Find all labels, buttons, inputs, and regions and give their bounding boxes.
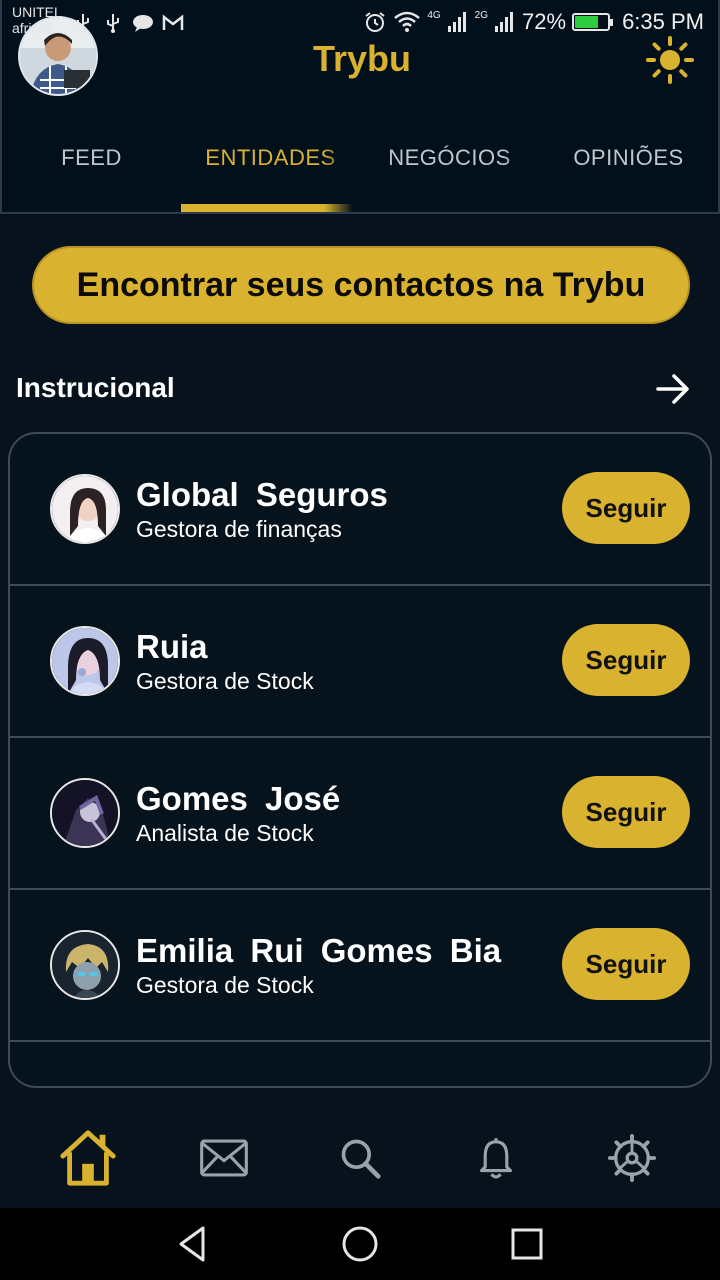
follow-button[interactable]: Seguir <box>562 776 690 848</box>
mail-icon[interactable] <box>190 1124 258 1192</box>
back-icon[interactable] <box>173 1224 213 1264</box>
tab-entidades[interactable]: ENTIDADES <box>181 120 360 212</box>
message-icon <box>133 15 153 32</box>
follow-button[interactable]: Seguir <box>562 624 690 696</box>
section-title: Instrucional <box>16 372 175 403</box>
entity-role: Analista de Stock <box>136 820 314 846</box>
avatar <box>50 474 120 544</box>
network-1: 4G <box>427 10 441 21</box>
usb-icon <box>77 14 89 33</box>
recents-icon[interactable] <box>507 1224 547 1264</box>
tab-bar: FEED ENTIDADES NEGÓCIOS OPINIÕES <box>2 120 718 212</box>
battery-level <box>575 16 599 28</box>
find-contacts-button[interactable]: Encontrar seus contactos na Trybu <box>32 246 690 324</box>
avatar <box>50 626 120 696</box>
list-item[interactable]: Ruia Gestora de Stock Seguir <box>10 586 710 738</box>
entity-name: Ruia <box>136 628 208 665</box>
bottom-nav <box>0 1108 720 1208</box>
entity-name: Gomes José <box>136 780 341 817</box>
status-time: 6:35 PM <box>622 9 704 34</box>
network-2: 2G <box>474 10 489 21</box>
status-bar: UNITEL africell 4G 2G 72% 6:35 PM <box>0 0 720 48</box>
entity-role: Gestora de finanças <box>136 516 342 542</box>
entity-role: Gestora de Stock <box>136 972 314 998</box>
status-right: 4G 2G 72% 6:35 PM <box>363 9 704 35</box>
home-icon[interactable] <box>54 1124 122 1192</box>
tab-negocios[interactable]: NEGÓCIOS <box>360 120 539 212</box>
notification-icons <box>72 12 184 34</box>
system-nav-bar <box>0 1208 720 1280</box>
entity-name: Emilia Rui Gomes Bia <box>136 932 502 969</box>
signal-icon <box>495 12 514 32</box>
entity-list: Global Seguros Gestora de finanças Segui… <box>8 432 712 1088</box>
usb-icon <box>107 14 119 33</box>
carrier-labels: UNITEL africell <box>12 4 62 36</box>
follow-button[interactable]: Seguir <box>562 472 690 544</box>
bell-icon[interactable] <box>462 1124 530 1192</box>
list-item[interactable]: Emilia Rui Gomes Bia Gestora de Stock Se… <box>10 890 710 1042</box>
battery-percent: 72% <box>522 9 567 34</box>
carrier-2: africell <box>12 20 53 36</box>
signal-icon <box>447 12 466 32</box>
gmail-icon <box>162 14 184 30</box>
wifi-icon <box>394 11 421 32</box>
battery-icon <box>572 13 614 31</box>
carrier-1: UNITEL <box>12 4 62 20</box>
settings-icon[interactable] <box>598 1124 666 1192</box>
arrow-right-icon[interactable] <box>654 370 692 408</box>
entity-name: Global Seguros <box>136 476 388 513</box>
alarm-icon <box>365 12 385 32</box>
tab-feed[interactable]: FEED <box>2 120 181 212</box>
search-icon[interactable] <box>326 1124 394 1192</box>
list-item[interactable]: Gomes José Analista de Stock Seguir <box>10 738 710 890</box>
tab-opinioes[interactable]: OPINIÕES <box>539 120 718 212</box>
home-button-icon[interactable] <box>340 1224 380 1264</box>
follow-button[interactable]: Seguir <box>562 928 690 1000</box>
entity-role: Gestora de Stock <box>136 668 314 694</box>
avatar <box>50 778 120 848</box>
list-item[interactable]: Global Seguros Gestora de finanças Segui… <box>10 434 710 586</box>
avatar <box>50 930 120 1000</box>
